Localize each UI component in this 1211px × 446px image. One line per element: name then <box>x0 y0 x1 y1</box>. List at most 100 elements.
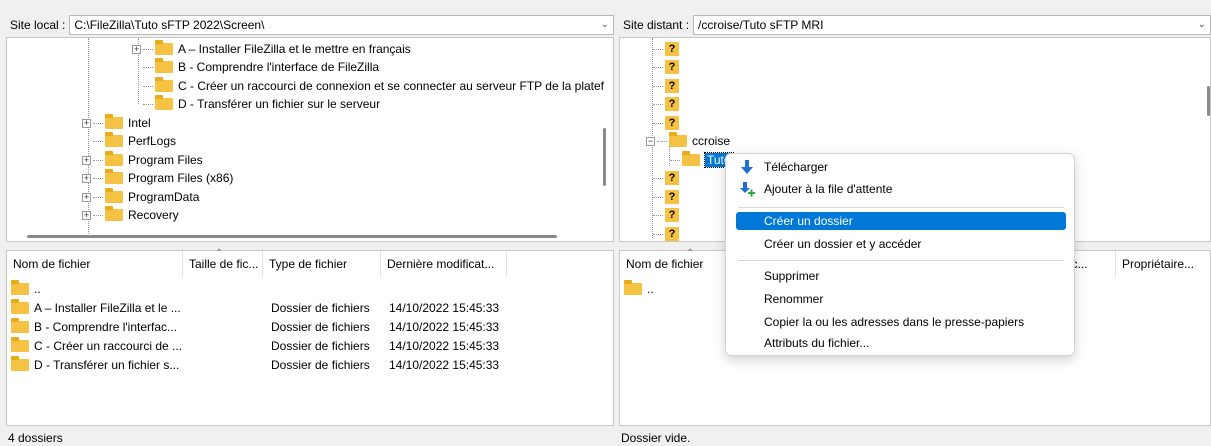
tree-item[interactable]: + Intel <box>82 114 151 132</box>
unknown-folder-icon: ? <box>665 97 679 111</box>
column-header-label: Dernière modificat... <box>387 257 495 271</box>
column-header-type[interactable]: Type de fichier <box>263 251 381 277</box>
table-row[interactable]: B - Comprendre l'interfac... Dossier de f… <box>11 317 611 336</box>
download-icon <box>741 160 753 174</box>
file-type: Dossier de fichiers <box>271 357 370 372</box>
folder-icon <box>105 169 123 184</box>
tree-item[interactable]: + Recovery <box>82 206 179 224</box>
sort-arrow-icon: ⌃ <box>215 248 224 259</box>
tree-item[interactable]: B - Comprendre l'interface de FileZilla <box>143 58 379 76</box>
menu-item-label: Télécharger <box>764 160 829 174</box>
table-row[interactable]: .. <box>624 279 654 298</box>
folder-icon <box>11 336 29 352</box>
table-row[interactable]: .. <box>11 279 41 298</box>
menu-item-add-queue[interactable]: Ajouter à la file d'attente <box>736 178 1066 200</box>
tree-item[interactable]: + Program Files (x86) <box>82 169 233 187</box>
folder-icon <box>682 151 700 166</box>
tree-item-label: C - Créer un raccourci de connexion et s… <box>178 79 604 93</box>
tree-item-unknown[interactable]: ? <box>653 188 683 206</box>
column-header-date[interactable]: Dernière modificat... <box>381 251 507 277</box>
folder-icon <box>624 279 642 295</box>
tree-item[interactable]: D - Transférer un fichier sur le serveur <box>143 95 380 113</box>
file-name: .. <box>647 281 654 296</box>
column-header-label: Type de fichier <box>269 257 348 271</box>
collapse-icon[interactable]: − <box>646 136 655 146</box>
file-name: .. <box>34 281 41 296</box>
tree-item-unknown[interactable]: ? <box>653 206 683 224</box>
tree-item-unknown[interactable]: ? <box>653 77 683 95</box>
menu-item-create-folder-enter[interactable]: Créer un dossier et y accéder <box>736 233 1066 255</box>
vertical-scrollbar[interactable] <box>603 128 606 186</box>
expand-icon[interactable]: + <box>82 210 91 220</box>
column-header-label: Nom de fichier <box>13 257 91 271</box>
table-row[interactable]: A – Installer FileZilla et le ... Dossier… <box>11 298 611 317</box>
remote-site-label: Site distant : <box>623 18 690 32</box>
folder-icon <box>669 132 687 147</box>
menu-separator <box>738 207 1064 208</box>
tree-item[interactable]: PerfLogs <box>93 132 176 150</box>
local-tree[interactable]: + A – Installer FileZilla et le mettre e… <box>6 37 614 242</box>
column-header-name[interactable]: Nom de fichier <box>620 251 740 277</box>
menu-item-delete[interactable]: Supprimer <box>736 265 1066 287</box>
local-site-label: Site local : <box>10 18 66 32</box>
remote-path-combo[interactable]: /ccroise/Tuto sFTP MRI ⌄ <box>693 15 1211 35</box>
expand-icon[interactable]: + <box>82 173 91 183</box>
table-row[interactable]: C - Créer un raccourci de ... Dossier de … <box>11 336 611 355</box>
tree-item[interactable]: + ProgramData <box>82 188 199 206</box>
column-header-owner[interactable]: Propriétaire... <box>1116 251 1211 277</box>
folder-icon <box>105 151 123 166</box>
tree-item-unknown[interactable]: ? <box>653 58 683 76</box>
folder-icon <box>105 114 123 129</box>
file-name: C - Créer un raccourci de ... <box>34 338 183 353</box>
menu-item-label: Créer un dossier et y accéder <box>764 237 922 251</box>
expand-icon[interactable]: + <box>82 155 91 165</box>
column-header-name[interactable]: Nom de fichier <box>7 251 183 277</box>
tree-item-ccroise[interactable]: − ccroise <box>646 132 730 150</box>
tree-item[interactable]: + A – Installer FileZilla et le mettre e… <box>132 40 411 58</box>
remote-status: Dossier vide. <box>619 430 1211 446</box>
folder-icon <box>105 132 123 147</box>
menu-item-copy-url[interactable]: Copier la ou les adresses dans le presse… <box>736 311 1066 333</box>
menu-item-label: Copier la ou les adresses dans le presse… <box>764 315 1025 329</box>
menu-item-create-folder[interactable]: Créer un dossier <box>736 212 1066 230</box>
horizontal-scrollbar[interactable] <box>27 235 557 238</box>
chevron-down-icon[interactable]: ⌄ <box>1198 19 1206 30</box>
unknown-folder-icon: ? <box>665 60 679 74</box>
tree-item-label: Program Files <box>128 153 203 167</box>
local-status-text: 4 dossiers <box>8 431 63 445</box>
tree-item-unknown[interactable]: ? <box>653 95 683 113</box>
local-path-combo[interactable]: C:\FileZilla\Tuto sFTP 2022\Screen\ ⌄ <box>69 15 614 35</box>
tree-item-tuto[interactable]: Tuto <box>670 151 734 169</box>
menu-item-download[interactable]: Télécharger <box>736 156 1066 178</box>
menu-item-rename[interactable]: Renommer <box>736 288 1066 310</box>
unknown-folder-icon: ? <box>665 208 679 222</box>
vertical-scrollbar[interactable] <box>1207 86 1210 116</box>
local-status: 4 dossiers <box>6 430 614 446</box>
tree-item-label: B - Comprendre l'interface de FileZilla <box>178 60 380 74</box>
expand-icon[interactable]: + <box>132 44 141 54</box>
tree-item-unknown[interactable]: ? <box>653 169 683 187</box>
expand-icon[interactable]: + <box>82 192 91 202</box>
chevron-down-icon[interactable]: ⌄ <box>601 19 609 30</box>
expand-icon[interactable]: + <box>82 118 91 128</box>
tree-item-label: Program Files (x86) <box>128 171 234 185</box>
folder-icon <box>155 77 173 92</box>
menu-item-file-attributes[interactable]: Attributs du fichier... <box>736 332 1066 354</box>
tree-item[interactable]: C - Créer un raccourci de connexion et s… <box>143 77 604 95</box>
table-row[interactable]: D - Transférer un fichier s... Dossier de… <box>11 355 611 374</box>
remote-path-value: /ccroise/Tuto sFTP MRI <box>698 18 824 32</box>
menu-separator <box>738 260 1064 261</box>
tree-item-unknown[interactable]: ? <box>653 114 683 132</box>
menu-item-label: Créer un dossier <box>764 214 853 228</box>
tree-item-label: ProgramData <box>128 190 200 204</box>
tree-item[interactable]: + Program Files <box>82 151 203 169</box>
file-name: A – Installer FileZilla et le ... <box>34 300 181 315</box>
menu-item-label: Supprimer <box>764 269 820 283</box>
tree-item-unknown[interactable]: ? <box>653 40 683 58</box>
file-type: Dossier de fichiers <box>271 338 370 353</box>
file-date: 14/10/2022 15:45:33 <box>389 357 500 372</box>
local-file-list[interactable]: Nom de fichier Taille de fic... Type de … <box>6 248 614 426</box>
column-header-label: Nom de fichier <box>626 257 704 271</box>
tree-item-label: Recovery <box>128 208 179 222</box>
tree-item-unknown[interactable]: ? <box>653 225 683 241</box>
